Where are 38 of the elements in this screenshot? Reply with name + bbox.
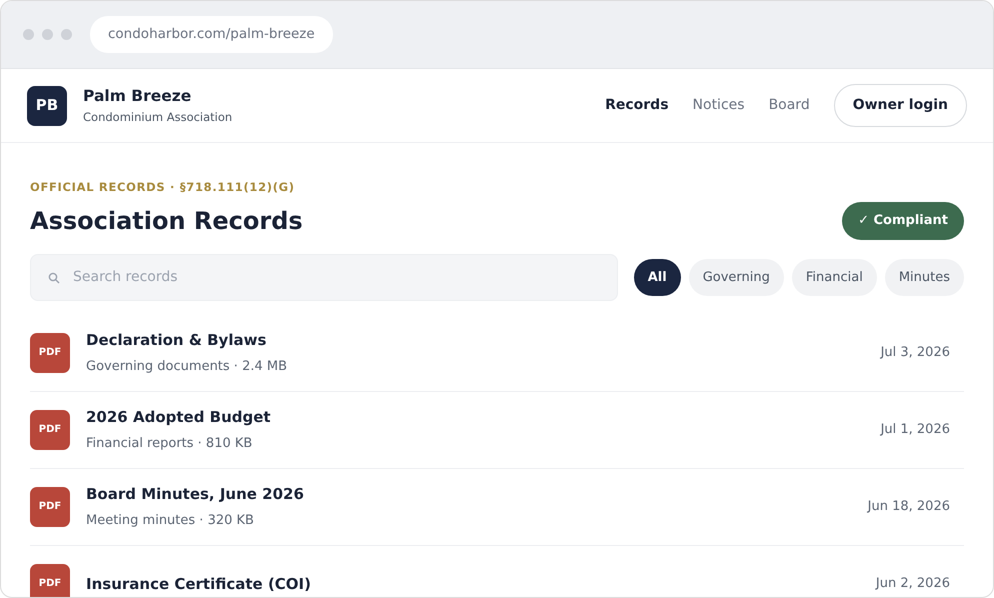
brand-subtitle: Condominium Association xyxy=(83,108,232,126)
search-field[interactable]: Search records xyxy=(30,254,618,301)
pdf-file-icon: PDF xyxy=(30,410,70,450)
record-row[interactable]: PDF Declaration & Bylaws Governing documents · 2.4 MB Jul 3, 2026 xyxy=(30,314,964,392)
record-meta: Governing documents · 2.4 MB xyxy=(86,358,288,376)
status-badge: ✓ Compliant xyxy=(842,202,964,240)
record-meta: Meeting minutes · 320 KB xyxy=(86,512,255,530)
record-date: Jul 1, 2026 xyxy=(880,421,950,439)
eyebrow-label: OFFICIAL RECORDS · §718.111(12)(G) xyxy=(30,179,296,196)
record-title: Board Minutes, June 2026 xyxy=(86,484,305,506)
nav-link[interactable]: Board xyxy=(768,95,810,116)
window-control-icon[interactable] xyxy=(23,29,34,40)
record-title: Declaration & Bylaws xyxy=(86,330,268,352)
record-date: Jul 3, 2026 xyxy=(880,344,950,362)
login-button[interactable]: Owner login xyxy=(834,84,967,127)
record-date: Jun 2, 2026 xyxy=(876,575,950,593)
window-control-icon[interactable] xyxy=(42,29,53,40)
filter-chip[interactable]: Governing xyxy=(688,258,784,296)
page-title: Association Records xyxy=(30,206,303,236)
record-row[interactable]: PDF 2026 Adopted Budget Financial reports · 810 KB Jul 1, 2026 xyxy=(30,392,964,469)
pdf-file-icon: PDF xyxy=(30,564,70,597)
filter-chip[interactable]: Financial xyxy=(792,258,877,296)
nav-link[interactable]: Notices xyxy=(692,95,745,116)
record-title: Insurance Certificate (COI) xyxy=(86,574,312,594)
record-date: Jun 18, 2026 xyxy=(868,498,950,516)
record-row[interactable]: PDF Insurance Certificate (COI) Jun 2, 2026 xyxy=(30,546,964,597)
record-row[interactable]: PDF Board Minutes, June 2026 Meeting minutes · 320 KB Jun 18, 2026 xyxy=(30,468,964,546)
brand-name: Palm Breeze xyxy=(83,86,192,108)
nav-link[interactable]: Records xyxy=(605,95,669,116)
logo[interactable]: PB xyxy=(27,86,67,126)
filter-chip[interactable]: Minutes xyxy=(884,258,964,296)
pdf-file-icon: PDF xyxy=(30,486,70,527)
record-title: 2026 Adopted Budget xyxy=(86,407,272,428)
record-meta: Financial reports · 810 KB xyxy=(86,434,254,453)
filter-chip[interactable]: All xyxy=(634,258,681,296)
address-bar[interactable]: condoharbor.com/palm-breeze xyxy=(90,16,333,53)
window-control-icon[interactable] xyxy=(61,29,72,40)
pdf-file-icon: PDF xyxy=(30,332,70,373)
